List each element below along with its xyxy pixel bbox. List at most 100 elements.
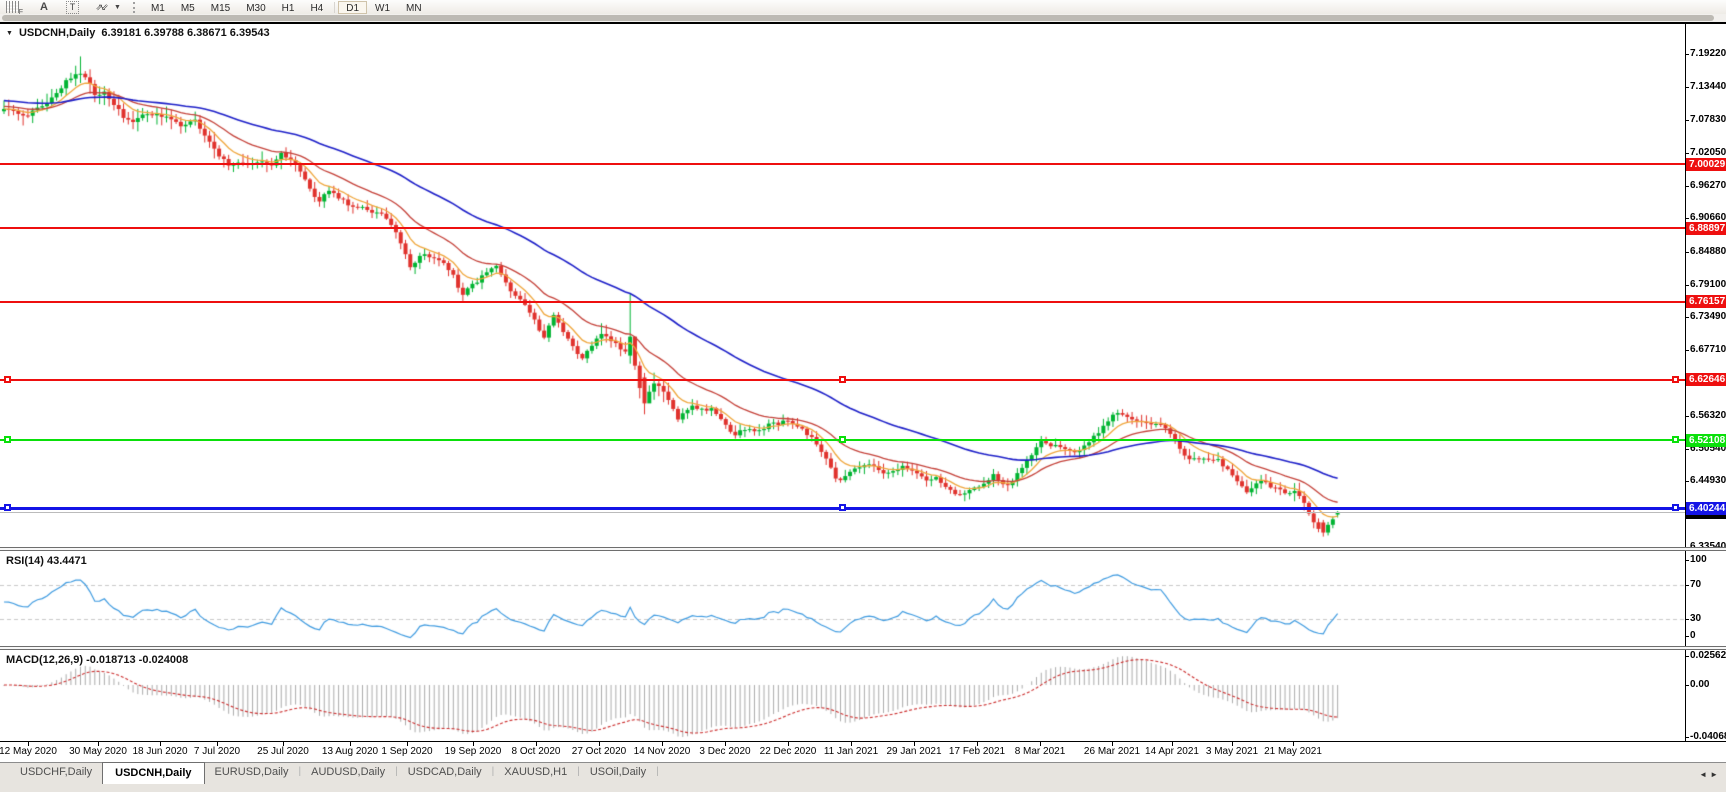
rsi-tick-mark xyxy=(1685,619,1689,620)
price-tick-mark xyxy=(1685,120,1689,121)
date-label: 21 May 2021 xyxy=(1264,746,1322,757)
date-label: 3 May 2021 xyxy=(1206,746,1258,757)
date-label: 8 Mar 2021 xyxy=(1015,746,1066,757)
chart-tab-usdcnh[interactable]: USDCNH,Daily xyxy=(102,762,204,784)
date-label: 1 Sep 2020 xyxy=(381,746,432,757)
date-label: 14 Apr 2021 xyxy=(1145,746,1199,757)
chart-tab-usoil[interactable]: USOil,Daily xyxy=(580,763,656,782)
rsi-tick-label: 0 xyxy=(1690,630,1696,641)
chart-title: ▼ USDCNH,Daily 6.39181 6.39788 6.38671 6… xyxy=(6,27,270,39)
price-tick-mark xyxy=(1685,54,1689,55)
macd-tick-mark xyxy=(1685,656,1689,657)
date-label: 26 Mar 2021 xyxy=(1084,746,1140,757)
ohlc-values: 6.39181 6.39788 6.38671 6.39543 xyxy=(101,27,269,39)
date-label: 7 Jul 2020 xyxy=(194,746,240,757)
chart-tab-bar: USDCHF,DailyUSDCNH,DailyEURUSD,Daily | AUD… xyxy=(0,762,1726,792)
level-handle[interactable] xyxy=(4,376,11,383)
date-label: 18 Jun 2020 xyxy=(132,746,187,757)
price-tick-label: 6.84880 xyxy=(1690,246,1726,257)
rsi-tick-mark xyxy=(1685,560,1689,561)
level-line-6.88897[interactable] xyxy=(0,227,1685,229)
date-label: 29 Jan 2021 xyxy=(886,746,941,757)
chart-tab-xauusd[interactable]: XAUUSD,H1 xyxy=(494,763,577,782)
level-handle[interactable] xyxy=(4,504,11,511)
tab-scroll-right-icon[interactable]: ► xyxy=(1710,770,1721,779)
macd-tick-mark xyxy=(1685,685,1689,686)
price-tick-label: 7.19220 xyxy=(1690,48,1726,59)
price-tick-mark xyxy=(1685,87,1689,88)
level-line-7.00029[interactable] xyxy=(0,163,1685,165)
macd-tick-label: -0.040687 xyxy=(1690,731,1726,742)
level-price-tag-6.88897: 6.88897 xyxy=(1686,222,1726,235)
price-tick-mark xyxy=(1685,481,1689,482)
price-tick-label: 6.73490 xyxy=(1690,311,1726,322)
price-tick-label: 6.56320 xyxy=(1690,410,1726,421)
level-price-tag-6.52108: 6.52108 xyxy=(1686,434,1726,447)
date-label: 11 Jan 2021 xyxy=(824,746,878,757)
rsi-tick-label: 100 xyxy=(1690,554,1707,565)
date-label: 27 Oct 2020 xyxy=(572,746,626,757)
collapse-triangle-icon[interactable]: ▼ xyxy=(6,30,13,37)
price-tick-mark xyxy=(1685,218,1689,219)
panel-divider-rsi-macd[interactable] xyxy=(0,646,1726,650)
rsi-label: RSI(14) 43.4471 xyxy=(6,555,87,567)
chart-tab-eurusd[interactable]: EURUSD,Daily xyxy=(205,763,299,782)
level-price-tag-6.76157: 6.76157 xyxy=(1686,295,1726,308)
date-label: 12 May 2020 xyxy=(0,746,57,757)
tab-scroll-left-icon[interactable]: ◄ xyxy=(1699,770,1710,779)
bid-line xyxy=(0,512,1685,513)
price-tick-mark xyxy=(1685,449,1689,450)
tab-scroll-arrows[interactable]: ◄► xyxy=(1699,770,1721,779)
level-handle[interactable] xyxy=(1672,436,1679,443)
level-line-6.76157[interactable] xyxy=(0,301,1685,303)
rsi-tick-label: 30 xyxy=(1690,613,1701,624)
rsi-tick-mark xyxy=(1685,585,1689,586)
level-handle[interactable] xyxy=(839,436,846,443)
rsi-tick-label: 70 xyxy=(1690,579,1701,590)
price-tick-mark xyxy=(1685,153,1689,154)
date-label: 30 May 2020 xyxy=(69,746,127,757)
price-tick-label: 6.44930 xyxy=(1690,475,1726,486)
level-handle[interactable] xyxy=(839,376,846,383)
price-tick-label: 7.02050 xyxy=(1690,147,1726,158)
panel-divider-main-rsi[interactable] xyxy=(0,547,1726,551)
price-tick-label: 6.67710 xyxy=(1690,344,1726,355)
mt4-window: { "toolbar": { "tool_icons": [ {"name": … xyxy=(0,0,1726,792)
price-chart-canvas[interactable] xyxy=(0,0,1726,792)
price-tick-mark xyxy=(1685,186,1689,187)
chart-tab-usdchf[interactable]: USDCHF,Daily xyxy=(10,763,102,782)
date-label: 17 Feb 2021 xyxy=(949,746,1005,757)
chart-tab-audusd[interactable]: AUDUSD,Daily xyxy=(301,763,395,782)
level-price-tag-6.40244: 6.40244 xyxy=(1686,502,1726,515)
level-handle[interactable] xyxy=(1672,376,1679,383)
macd-label: MACD(12,26,9) -0.018713 -0.024008 xyxy=(6,654,188,666)
price-tick-mark xyxy=(1685,285,1689,286)
price-tick-mark xyxy=(1685,416,1689,417)
price-tick-label: 7.07830 xyxy=(1690,114,1726,125)
date-label: 19 Sep 2020 xyxy=(445,746,502,757)
level-handle[interactable] xyxy=(4,436,11,443)
price-tick-label: 6.96270 xyxy=(1690,180,1726,191)
time-axis-line xyxy=(0,741,1726,742)
macd-tick-label: 0.00 xyxy=(1690,679,1709,690)
date-label: 3 Dec 2020 xyxy=(699,746,750,757)
date-label: 22 Dec 2020 xyxy=(760,746,817,757)
chart-tab-usdcad[interactable]: USDCAD,Daily xyxy=(398,763,492,782)
price-tick-mark xyxy=(1685,317,1689,318)
level-handle[interactable] xyxy=(1672,504,1679,511)
macd-tick-label: 0.025623 xyxy=(1690,650,1726,661)
price-tick-mark xyxy=(1685,252,1689,253)
price-tick-mark xyxy=(1685,350,1689,351)
price-tick-label: 7.13440 xyxy=(1690,81,1726,92)
price-tick-label: 6.79100 xyxy=(1690,279,1726,290)
level-price-tag-6.62646: 6.62646 xyxy=(1686,373,1726,386)
level-price-tag-7.00029: 7.00029 xyxy=(1686,158,1726,171)
date-label: 13 Aug 2020 xyxy=(322,746,378,757)
date-label: 8 Oct 2020 xyxy=(512,746,561,757)
tab-separator: | xyxy=(656,763,659,777)
date-label: 14 Nov 2020 xyxy=(634,746,691,757)
level-handle[interactable] xyxy=(839,504,846,511)
rsi-tick-mark xyxy=(1685,636,1689,637)
symbol-period-label: USDCNH,Daily xyxy=(19,27,95,39)
macd-tick-mark xyxy=(1685,737,1689,738)
